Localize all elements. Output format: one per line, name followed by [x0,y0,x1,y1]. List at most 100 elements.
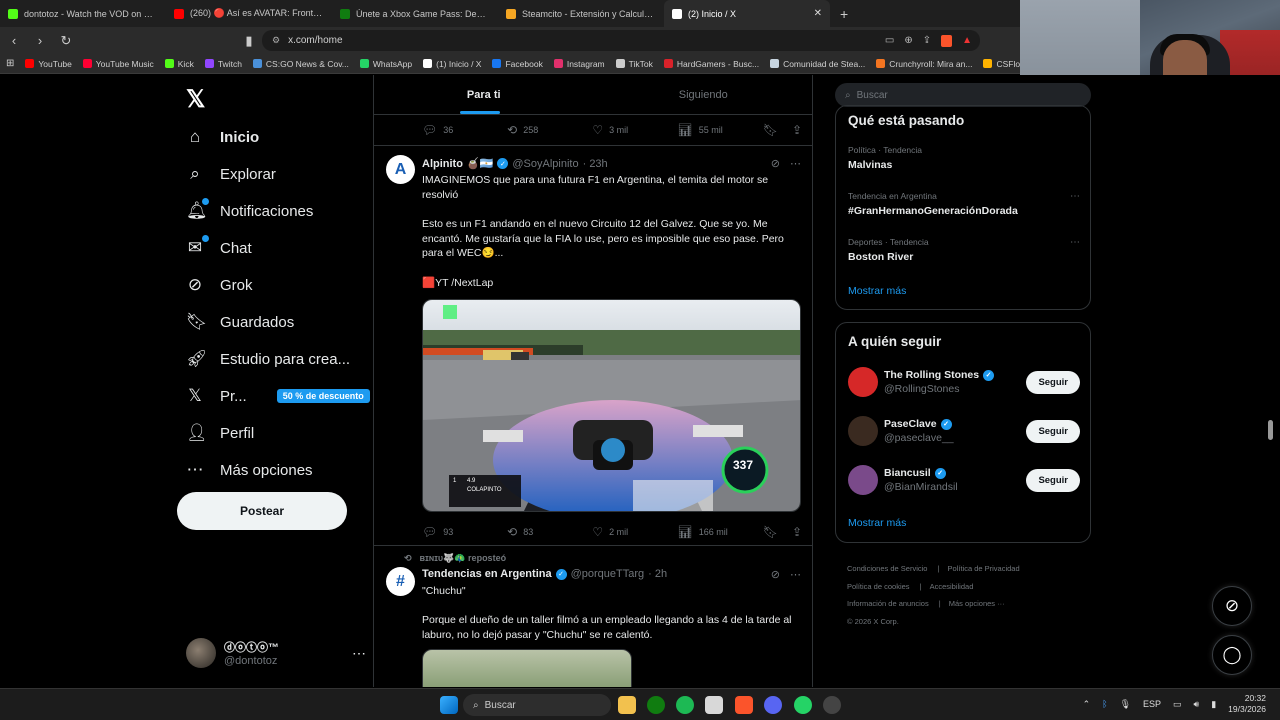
x-logo-icon[interactable]: 𝕏 [186,85,205,114]
zoom-icon[interactable]: ⊕ [904,35,912,47]
more-icon[interactable]: ⋯ [790,157,801,170]
more-icon[interactable]: ⋯ [1070,237,1080,248]
bookmark-item[interactable]: CS:GO News & Cov... [252,59,349,69]
nav-item-grok[interactable]: ⊘ Grok [186,275,253,295]
bookmark-item[interactable]: YouTube [25,59,72,69]
grok-icon[interactable]: ⊘ [771,568,780,581]
footer-link[interactable]: Accesibilidad [930,582,974,591]
scrollbar-thumb[interactable] [1268,420,1273,440]
bookmark-item[interactable]: Instagram [553,59,605,69]
tweet-time[interactable]: · 23h [583,158,608,170]
browser-tab[interactable]: Únete a Xbox Game Pass: Descubre t [332,0,498,27]
volume-icon[interactable]: 🔊︎ [1194,699,1200,710]
rewards-icon[interactable]: ▲ [962,35,972,47]
bookmark-item[interactable]: Kick [164,59,194,69]
install-icon[interactable]: ▭ [885,35,894,47]
bookmark-item[interactable]: WhatsApp [359,59,412,69]
nav-item-más-opciones[interactable]: ⋯ Más opciones [186,460,313,480]
chat-button[interactable]: ◯ [1212,635,1252,675]
bookmark-item[interactable]: (1) Inicio / X [423,59,481,69]
spotify-icon[interactable] [676,696,694,714]
file-explorer-icon[interactable] [618,696,636,714]
tab-following[interactable]: Siguiendo [594,75,814,114]
author-handle[interactable]: @porqueTTarg [571,568,645,580]
clock[interactable]: 20:32 19/3/2026 [1228,693,1266,715]
bookmark-item[interactable]: Comunidad de Stea... [770,59,865,69]
tweet-time[interactable]: · 2h [648,568,667,580]
footer-link[interactable]: Condiciones de Servicio [847,564,927,573]
share-icon[interactable]: ⇪ [792,123,802,137]
nav-item-explorar[interactable]: ⌕ Explorar [186,164,276,184]
nav-item-perfil[interactable]: 👤︎ Perfil [186,423,254,443]
grok-icon[interactable]: ⊘ [771,157,780,170]
site-info-icon[interactable]: ⚙ [272,35,280,46]
new-tab-icon[interactable]: + [830,6,858,22]
steam-icon[interactable] [823,696,841,714]
whatsapp-icon[interactable] [794,696,812,714]
language-indicator[interactable]: ESP [1143,699,1161,709]
start-icon[interactable] [440,696,458,714]
tweet-video[interactable] [422,649,632,687]
follow-suggestion[interactable]: PaseClave ✓ @paseclave__ Seguir [848,414,1080,448]
views-button[interactable]: 📊︎ 166 mil [678,525,763,539]
reply-button[interactable]: 💬︎ 36 [422,123,507,137]
author-name[interactable]: Tendencias en Argentina [422,568,552,580]
views-button[interactable]: 📊︎ 55 mil [678,123,763,137]
trend-item[interactable]: Deportes · Tendencia Boston River ⋯ [848,237,1080,263]
bookmark-page-icon[interactable]: ▮ [241,33,257,49]
more-icon[interactable]: ⋯ [1070,191,1080,202]
author-handle[interactable]: @SoyAlpinito [512,158,578,170]
back-icon[interactable]: ‹ [6,33,22,48]
bookmark-item[interactable]: Facebook [492,59,543,69]
apps-icon[interactable]: ⊞ [6,58,14,69]
bookmark-icon[interactable]: 🔖︎ [763,123,778,137]
bluetooth-icon[interactable]: ᛒ [1102,699,1107,709]
author-name[interactable]: Alpinito 🧉🇦🇷 [422,157,493,170]
discord-icon[interactable] [764,696,782,714]
grok-button[interactable]: ⊘ [1212,586,1252,626]
post-button[interactable]: Postear [177,492,347,530]
bookmark-item[interactable]: YouTube Music [82,59,154,69]
network-icon[interactable]: ▭ [1173,699,1182,710]
bookmark-item[interactable]: HardGamers - Busc... [663,59,759,69]
browser-tab[interactable]: (2) Inicio / X ✕ [664,0,830,27]
nav-item-guardados[interactable]: 🔖︎ Guardados [186,312,294,332]
avatar[interactable] [848,416,878,446]
xbox-icon[interactable] [647,696,665,714]
repost-button[interactable]: ⟲ 83 [507,525,592,539]
more-icon[interactable]: ⋯ [352,645,366,662]
follow-suggestion[interactable]: The Rolling Stones ✓ @RollingStones Seguir [848,365,1080,399]
show-more-link[interactable]: Mostrar más [848,517,906,529]
browser-tab[interactable]: (260) 🔴 Así es AVATAR: Frontiers of P [166,0,332,27]
url-bar[interactable]: ⚙ x.com/home ▭ ⊕ ⇪ ▲ [262,30,980,51]
show-more-link[interactable]: Mostrar más [848,285,906,297]
trend-item[interactable]: Tendencia en Argentina #GranHermanoGener… [848,191,1080,217]
footer-link[interactable]: Política de cookies [847,582,910,591]
nav-item-notificaciones[interactable]: 🔔︎ Notificaciones [186,197,313,221]
close-icon[interactable]: ✕ [814,8,822,19]
browser-tab[interactable]: Steamcito - Extensión y Calculadora [498,0,664,27]
follow-suggestion[interactable]: Biancusil ✓ @BianMirandsil Seguir [848,463,1080,497]
avatar[interactable]: # [386,567,415,596]
nav-item-inicio[interactable]: ⌂ Inicio [186,127,259,147]
chevron-up-icon[interactable]: ⌃ [1083,699,1091,710]
battery-icon[interactable]: ▮ [1211,699,1216,710]
bookmark-item[interactable]: Twitch [204,59,242,69]
nav-item-estudio-para-crea[interactable]: 🚀︎ Estudio para crea... [186,349,350,369]
tab-for-you[interactable]: Para ti [374,75,594,114]
promo-badge[interactable]: 50 % de descuento [276,389,370,403]
footer-link[interactable]: Más opciones ··· [949,599,1005,608]
tweet-video[interactable]: 337 1 4.9 COLAPINTO [422,299,801,512]
footer-link[interactable]: Información de anuncios [847,599,929,608]
follow-button[interactable]: Seguir [1026,468,1080,492]
bookmark-item[interactable]: TikTok [615,59,653,69]
taskbar-search[interactable]: ⌕ Buscar [463,694,611,716]
avatar[interactable] [848,367,878,397]
reply-button[interactable]: 💬︎ 93 [422,525,507,539]
nav-item-chat[interactable]: ✉ Chat [186,234,252,258]
follow-button[interactable]: Seguir [1026,370,1080,394]
like-button[interactable]: ♡ 2 mil [592,525,677,539]
browser-tab[interactable]: dontotoz - Watch the VOD on Kick [0,0,166,27]
share-icon[interactable]: ⇪ [923,35,931,47]
snipping-tool-icon[interactable] [705,696,723,714]
